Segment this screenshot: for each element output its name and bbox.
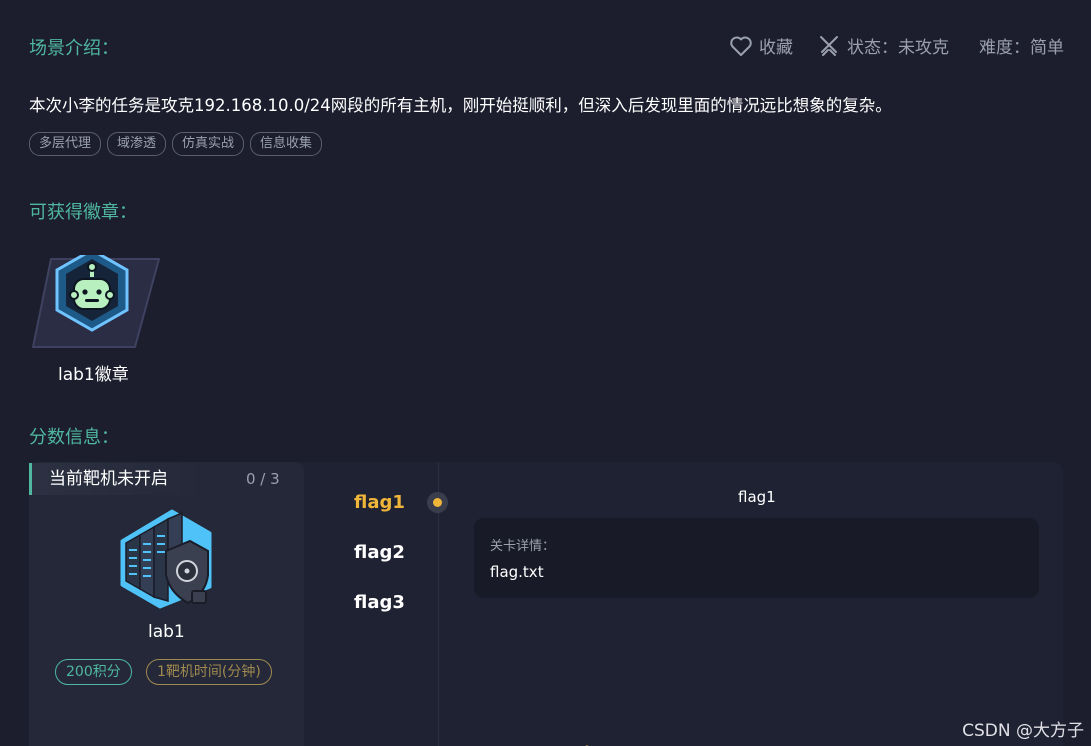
tag: 仿真实战 bbox=[172, 132, 245, 156]
tag: 域渗透 bbox=[107, 132, 167, 156]
badge-card[interactable] bbox=[29, 248, 161, 351]
flag-item-3[interactable]: flag3 bbox=[354, 590, 405, 640]
status-label: 状态：未攻克 bbox=[847, 38, 949, 58]
scene-description: 本次小李的任务是攻克192.168.10.0/24网段的所有主机，刚开始挺顺利，… bbox=[29, 96, 892, 115]
flag-detail-box bbox=[474, 518, 1039, 598]
machine-status: 当前靶机未开启 bbox=[29, 463, 209, 495]
flag-list: flag1 flag2 flag3 bbox=[354, 490, 405, 640]
badges-section-title: 可获得徽章： bbox=[29, 202, 137, 223]
shield-icon bbox=[576, 738, 598, 746]
favorite-label: 收藏 bbox=[759, 38, 793, 58]
points-badge: 200积分 bbox=[55, 659, 132, 685]
time-badge: 1靶机时间(分钟) bbox=[146, 659, 272, 685]
flag-item-1[interactable]: flag1 bbox=[354, 490, 405, 540]
crossed-swords-icon bbox=[820, 35, 838, 56]
flag-progress: 0 / 3 bbox=[246, 470, 280, 488]
flag-item-2[interactable]: flag2 bbox=[354, 540, 405, 590]
flag-detail-value: flag.txt bbox=[490, 563, 544, 581]
flag-detail-label: 关卡详情： bbox=[490, 539, 556, 554]
intro-section-title: 场景介绍： bbox=[29, 38, 119, 59]
robot-badge-icon bbox=[32, 248, 160, 348]
favorite-button[interactable]: 收藏 bbox=[729, 33, 793, 58]
difficulty-indicator: 难度：简单 bbox=[979, 33, 1064, 58]
scene-meta-bar: 收藏 状态：未攻克 难度：简单 bbox=[729, 33, 1064, 58]
tag: 多层代理 bbox=[29, 132, 102, 156]
tag-list: 多层代理 域渗透 仿真实战 信息收集 bbox=[29, 132, 323, 156]
watermark: CSDN @大方子 bbox=[962, 721, 1084, 741]
score-section-title: 分数信息： bbox=[29, 427, 119, 448]
flag-detail-title: flag1 bbox=[738, 488, 776, 506]
server-shield-icon bbox=[118, 505, 214, 613]
heart-icon bbox=[730, 36, 752, 56]
status-indicator: 状态：未攻克 bbox=[817, 33, 949, 58]
badge-label: lab1徽章 bbox=[58, 365, 129, 385]
difficulty-label: 难度：简单 bbox=[979, 38, 1064, 58]
machine-name: lab1 bbox=[148, 622, 185, 642]
timeline-active-dot bbox=[427, 492, 448, 513]
tag: 信息收集 bbox=[250, 132, 323, 156]
